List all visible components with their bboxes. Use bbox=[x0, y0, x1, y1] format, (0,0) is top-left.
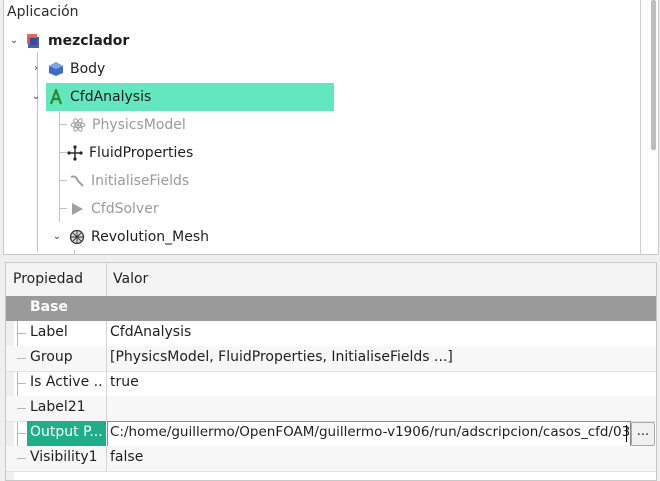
tree-item-label: Revolution_Mesh bbox=[91, 229, 210, 245]
chevron-right-icon[interactable]: › bbox=[30, 63, 42, 75]
body-icon bbox=[48, 59, 64, 76]
tree-scrollbar-thumb[interactable] bbox=[651, 0, 656, 150]
column-header-value[interactable]: Valor bbox=[113, 271, 148, 287]
column-divider bbox=[106, 446, 107, 471]
chevron-down-icon[interactable]: ⌄ bbox=[51, 231, 63, 243]
tree-item-physicsmodel[interactable]: PhysicsModel bbox=[70, 111, 186, 139]
fluid-properties-icon bbox=[67, 143, 83, 161]
property-name: Visibility1 bbox=[30, 449, 98, 465]
tree-branch-line bbox=[37, 52, 38, 252]
property-row-group[interactable]: Group [PhysicsModel, FluidProperties, In… bbox=[6, 346, 656, 372]
text-caret bbox=[626, 425, 627, 442]
property-row-label21[interactable]: Label21 bbox=[6, 396, 656, 422]
chevron-down-icon[interactable]: ⌄ bbox=[8, 35, 20, 47]
property-row-output-path[interactable]: Output P... C:/home/guillermo/OpenFOAM/g… bbox=[6, 421, 656, 447]
property-name: Is Active ... bbox=[30, 374, 104, 390]
output-path-input[interactable]: C:/home/guillermo/OpenFOAM/guillermo-v19… bbox=[107, 421, 631, 447]
tree-branch-line bbox=[17, 433, 26, 434]
tree-branch-line bbox=[59, 208, 67, 209]
tree-branch-line bbox=[17, 458, 26, 459]
cfd-analysis-icon bbox=[48, 86, 64, 105]
document-cube-icon bbox=[26, 31, 42, 48]
property-value[interactable]: CfdAnalysis bbox=[110, 324, 191, 340]
tree-branch-line bbox=[17, 408, 26, 409]
tree-item-cfdsolver[interactable]: CfdSolver bbox=[69, 195, 159, 223]
tree-branch-line bbox=[17, 383, 26, 384]
tree-item-fluidproperties[interactable]: FluidProperties bbox=[67, 139, 193, 167]
model-tree-panel: Aplicación ⌄ mezclador › Body ⌄ CfdAnaly… bbox=[3, 0, 659, 255]
property-name: Label bbox=[30, 324, 68, 340]
tree-item-mezclador[interactable]: mezclador bbox=[26, 27, 129, 55]
tree-item-label: FluidProperties bbox=[89, 145, 194, 161]
tree-branch-line bbox=[59, 180, 67, 181]
tree-item-label: mezclador bbox=[48, 33, 130, 49]
column-divider bbox=[106, 371, 107, 396]
selected-property-name[interactable]: Output P... bbox=[27, 421, 106, 446]
property-value[interactable]: false bbox=[110, 449, 143, 465]
mesh-icon bbox=[69, 227, 85, 245]
tree-branch-line bbox=[59, 110, 60, 222]
tree-branch-line bbox=[17, 333, 26, 334]
property-table-header: Propiedad Valor bbox=[6, 263, 656, 297]
property-name: Label21 bbox=[30, 399, 86, 415]
tree-scrollbar-track[interactable] bbox=[640, 0, 641, 254]
tree-item-label: CfdSolver bbox=[91, 201, 159, 217]
column-divider bbox=[106, 346, 107, 371]
tree-item-body[interactable]: Body bbox=[48, 55, 105, 83]
initialise-fields-icon bbox=[69, 171, 85, 187]
browse-button[interactable]: ... bbox=[631, 422, 655, 446]
property-value[interactable]: true bbox=[110, 374, 139, 390]
tree-item-label: InitialiseFields bbox=[91, 173, 190, 189]
tree-branch-line bbox=[59, 152, 67, 153]
column-divider[interactable] bbox=[106, 263, 107, 296]
tree-item-initialisefields[interactable]: InitialiseFields bbox=[69, 167, 189, 195]
property-group-label: Base bbox=[30, 299, 68, 315]
tree-branch-line bbox=[17, 358, 26, 359]
property-row-visibility[interactable]: Visibility1 false bbox=[6, 446, 656, 472]
tree-item-cfdanalysis[interactable]: CfdAnalysis bbox=[48, 83, 151, 111]
physics-model-icon bbox=[70, 115, 86, 132]
tree-item-label: Body bbox=[70, 61, 106, 77]
column-divider bbox=[106, 396, 107, 421]
property-editor: Propiedad Valor Base Label CfdAnalysis G… bbox=[5, 262, 657, 481]
cfd-solver-icon bbox=[69, 199, 85, 215]
property-group-base[interactable]: Base bbox=[6, 296, 656, 321]
tree-branch-line bbox=[59, 124, 67, 125]
property-value[interactable]: [PhysicsModel, FluidProperties, Initiali… bbox=[110, 349, 453, 365]
property-row-label[interactable]: Label CfdAnalysis bbox=[6, 321, 656, 347]
chevron-down-icon[interactable]: ⌄ bbox=[30, 91, 42, 103]
tree-item-label: PhysicsModel bbox=[92, 117, 186, 133]
output-path-value: C:/home/guillermo/OpenFOAM/guillermo-v19… bbox=[110, 424, 631, 440]
column-divider bbox=[106, 321, 107, 346]
column-header-property[interactable]: Propiedad bbox=[13, 271, 83, 287]
property-name: Output P... bbox=[30, 424, 103, 440]
property-row-is-active[interactable]: Is Active ... true bbox=[6, 371, 656, 397]
tree-header: Aplicación bbox=[7, 4, 79, 20]
tree-item-revolution-mesh[interactable]: Revolution_Mesh bbox=[69, 223, 209, 251]
tree-item-label: CfdAnalysis bbox=[70, 89, 152, 105]
property-name: Group bbox=[30, 349, 73, 365]
